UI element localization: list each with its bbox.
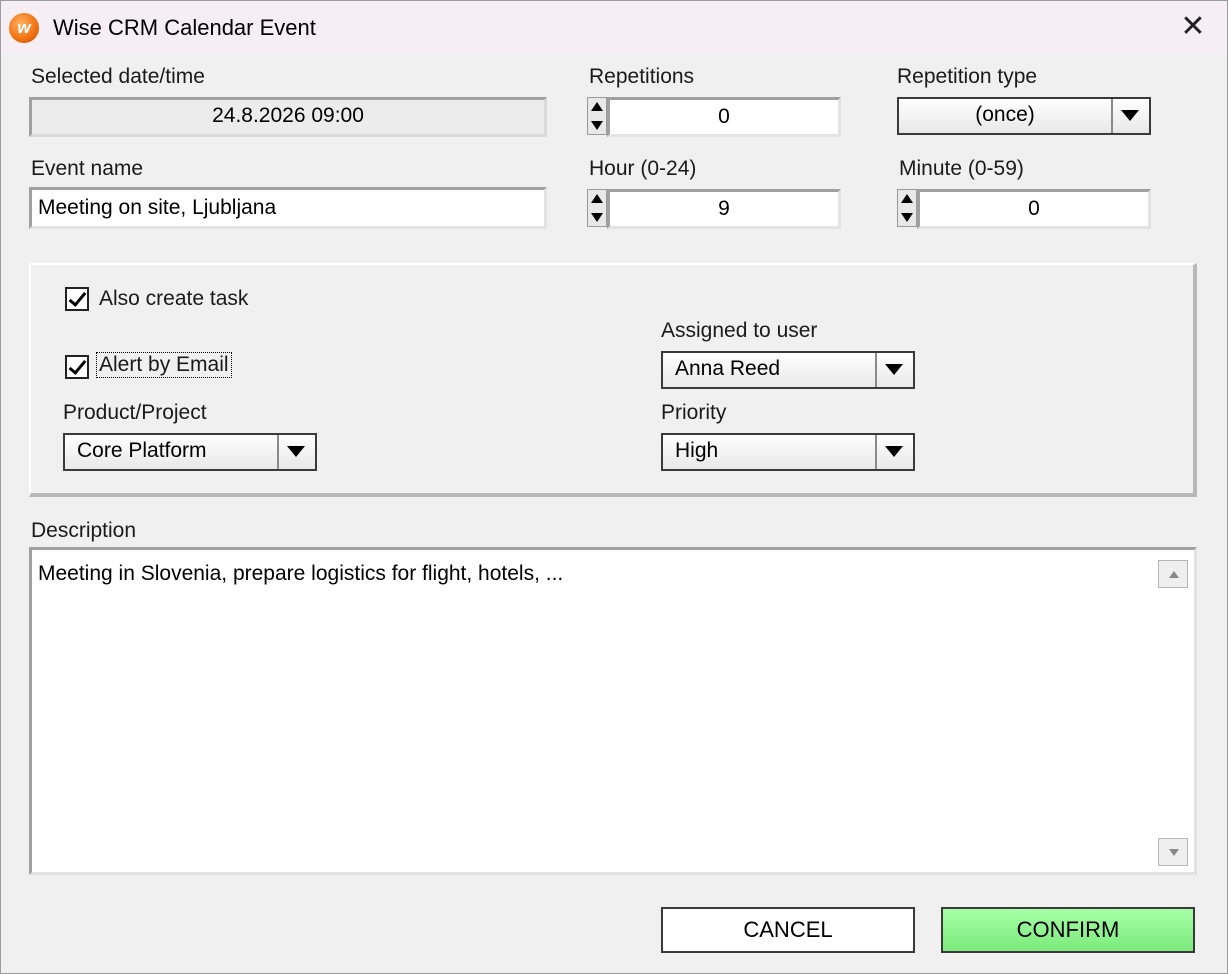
wise-crm-logo-icon: w — [9, 13, 39, 43]
hour-spinner[interactable] — [587, 189, 607, 227]
repetitions-input[interactable]: 0 — [607, 97, 841, 137]
alert-by-email-checkbox[interactable] — [65, 355, 89, 379]
hour-input[interactable]: 9 — [607, 189, 841, 229]
spin-down-icon[interactable] — [588, 116, 606, 134]
selected-datetime-label: Selected date/time — [31, 65, 205, 88]
minute-label: Minute (0-59) — [899, 157, 1024, 180]
event-name-label: Event name — [31, 157, 144, 180]
window-title: Wise CRM Calendar Event — [53, 15, 316, 40]
chevron-down-icon[interactable] — [277, 435, 315, 469]
repetition-type-select[interactable]: (once) — [897, 97, 1151, 135]
product-project-select[interactable]: Core Platform — [63, 433, 317, 471]
alert-by-email-label[interactable]: Alert by Email — [96, 352, 232, 378]
hour-label: Hour (0-24) — [589, 157, 697, 180]
also-create-task-label[interactable]: Also create task — [99, 287, 248, 311]
scroll-down-icon[interactable] — [1158, 838, 1188, 866]
close-button[interactable]: ✕ — [1165, 5, 1221, 49]
repetitions-label: Repetitions — [589, 65, 695, 88]
product-project-value: Core Platform — [77, 439, 207, 462]
spin-up-icon[interactable] — [588, 190, 606, 208]
spin-up-icon[interactable] — [898, 190, 916, 208]
priority-select[interactable]: High — [661, 433, 915, 471]
description-textarea[interactable]: Meeting in Slovenia, prepare logistics f… — [29, 547, 1197, 875]
spin-up-icon[interactable] — [588, 98, 606, 116]
repetitions-spinner[interactable] — [587, 97, 607, 135]
description-text: Meeting in Slovenia, prepare logistics f… — [38, 562, 564, 585]
minute-spinner[interactable] — [897, 189, 917, 227]
assigned-to-user-value: Anna Reed — [675, 357, 781, 380]
chevron-down-icon[interactable] — [875, 435, 913, 469]
product-project-label: Product/Project — [63, 401, 207, 424]
chevron-down-icon[interactable] — [875, 353, 913, 387]
also-create-task-checkbox[interactable] — [65, 287, 89, 311]
confirm-button[interactable]: CONFIRM — [941, 907, 1195, 953]
priority-label: Priority — [661, 401, 727, 424]
repetition-type-label: Repetition type — [897, 65, 1038, 88]
assigned-to-user-select[interactable]: Anna Reed — [661, 351, 915, 389]
event-name-input[interactable]: Meeting on site, Ljubljana — [29, 187, 547, 229]
minute-input[interactable]: 0 — [917, 189, 1151, 229]
scroll-up-icon[interactable] — [1158, 560, 1188, 588]
chevron-down-icon[interactable] — [1111, 99, 1149, 133]
title-bar: w Wise CRM Calendar Event ✕ — [1, 1, 1227, 53]
assigned-to-user-label: Assigned to user — [661, 319, 818, 342]
close-icon: ✕ — [1180, 10, 1206, 43]
selected-datetime-field: 24.8.2026 09:00 — [29, 97, 547, 137]
priority-value: High — [675, 439, 719, 462]
spin-down-icon[interactable] — [898, 208, 916, 226]
description-label: Description — [31, 519, 137, 542]
repetition-type-value: (once) — [975, 103, 1035, 126]
cancel-button[interactable]: CANCEL — [661, 907, 915, 953]
calendar-event-dialog: w Wise CRM Calendar Event ✕ Selected dat… — [0, 0, 1228, 974]
spin-down-icon[interactable] — [588, 208, 606, 226]
